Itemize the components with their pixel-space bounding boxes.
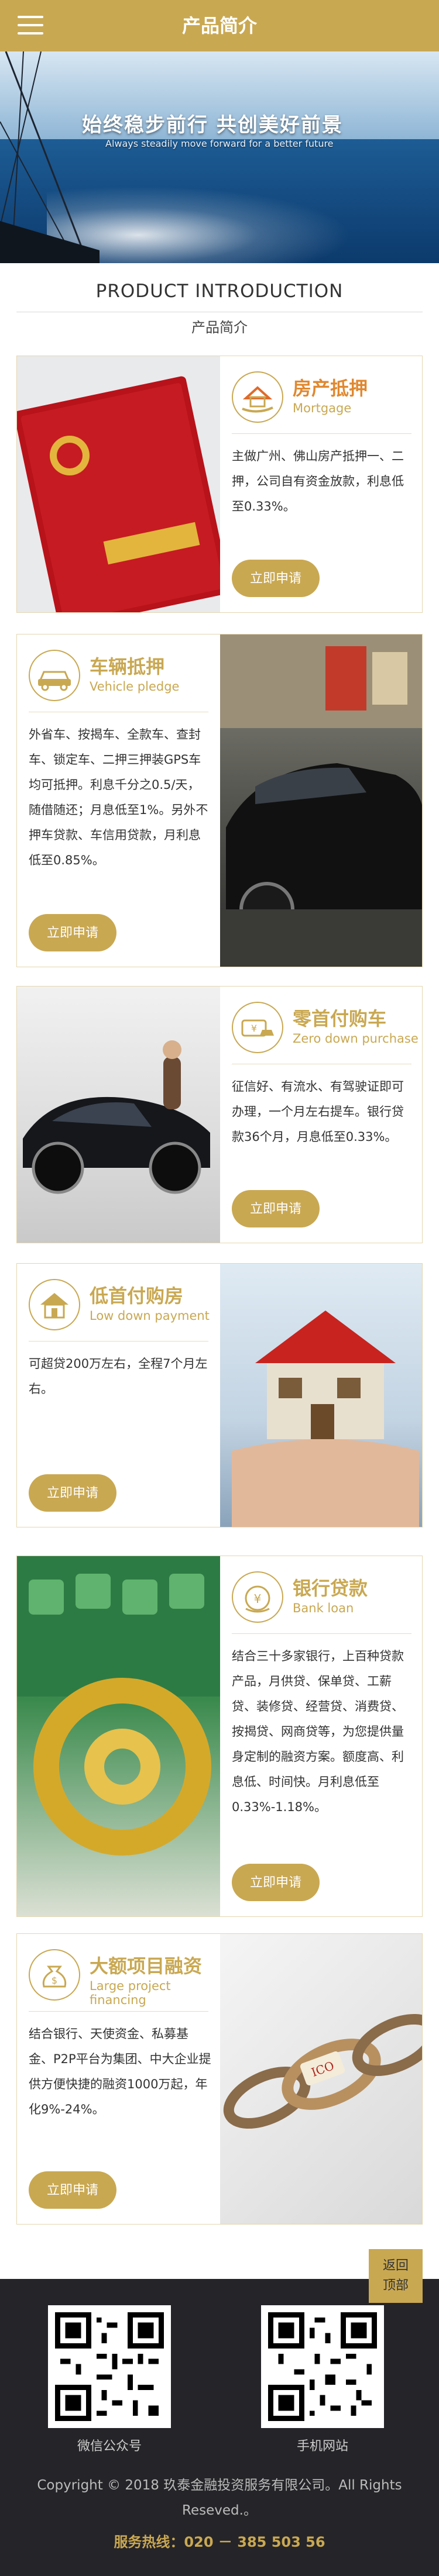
qr-code-mobile-site [261, 2305, 384, 2428]
sports-car-image [17, 987, 220, 1243]
product-subtitle: Vehicle pledge [90, 680, 180, 694]
yen-bag-icon: ¥ [232, 1571, 283, 1623]
apply-button[interactable]: 立即申请 [29, 2171, 116, 2209]
back-to-top-line1: 返回 [382, 2258, 409, 2273]
product-card-bank-loan: ¥ 银行贷款 Bank loan 结合三十多家银行，上百种贷款产品，月供贷、保单… [16, 1556, 423, 1917]
back-to-top-line2: 顶部 [382, 2278, 409, 2293]
ship-rigging-icon [0, 51, 100, 263]
product-title: 车辆抵押 [90, 656, 165, 678]
apply-button[interactable]: 立即申请 [232, 560, 320, 597]
product-description: 可超贷200万左右，全程7个月左右。 [29, 1357, 208, 1396]
section-title-en: PRODUCT INTRODUCTION [95, 281, 344, 302]
banner-title: 始终稳步前行 共创美好前景 [82, 113, 343, 137]
section-title-cn: 产品简介 [191, 319, 248, 336]
gold-at-sign-image [17, 1556, 220, 1916]
property-certificate-image [17, 356, 220, 612]
product-text: ¥ 银行贷款 Bank loan 结合三十多家银行，上百种贷款产品，月供贷、保单… [220, 1556, 422, 1916]
money-bag-icon: $ [29, 1949, 80, 2001]
money-car-icon: ¥ [232, 1002, 283, 1053]
apply-button[interactable]: 立即申请 [29, 914, 116, 951]
apply-button[interactable]: 立即申请 [29, 1474, 116, 1512]
product-description: 外省车、按揭车、全款车、查封车、锁定车、二押三押装GPS车均可抵押。利息千分之0… [29, 727, 208, 867]
product-title: 零首付购车 [293, 1008, 387, 1030]
copyright-text: Copyright © 2018 玖泰金融投资服务有限公司。All Rights… [37, 2478, 402, 2518]
qr-label-wechat: 微信公众号 [77, 2439, 142, 2454]
footer: 微信公众号 手机网站 Copyright © 2018 玖泰金融投资服务有限公司… [0, 2279, 439, 2576]
black-sedan-image [220, 634, 422, 967]
product-description: 结合三十多家银行，上百种贷款产品，月供贷、保单贷、工薪贷、装修贷、经营贷、消费贷… [232, 1649, 404, 1814]
product-card-mortgage: 房产抵押 Mortgage 主做广州、佛山房产抵押一、二押，公司自有资金放款，利… [16, 356, 423, 613]
product-description: 主做广州、佛山房产抵押一、二押，公司自有资金放款，利息低至0.33%。 [232, 449, 404, 513]
product-text: $ 大额项目融资 Large project financing 结合银行、天使… [17, 1934, 220, 2224]
product-subtitle: Large project financing [90, 1979, 171, 2007]
product-title: 房产抵押 [293, 377, 368, 399]
svg-text:¥: ¥ [254, 1592, 262, 1606]
chain-ico-image: ICO [220, 1934, 422, 2224]
product-text: 房产抵押 Mortgage 主做广州、佛山房产抵押一、二押，公司自有资金放款，利… [220, 356, 422, 612]
banner-subtitle: Always steadily move forward for a bette… [105, 138, 334, 149]
product-subtitle: Bank loan [293, 1601, 354, 1615]
service-hotline: 服务热线：020 － 385 503 56 [114, 2534, 325, 2550]
house-icon [29, 1279, 80, 1330]
product-subtitle: Low down payment [90, 1309, 210, 1323]
product-title: 低首付购房 [90, 1285, 184, 1307]
product-card-low-down-house: 低首付购房 Low down payment 可超贷200万左右，全程7个月左右… [16, 1263, 423, 1527]
apply-button[interactable]: 立即申请 [232, 1864, 320, 1901]
top-bar: 产品简介 [0, 0, 439, 51]
product-text: ¥ 零首付购车 Zero down purchase 征信好、有流水、有驾驶证即… [220, 987, 422, 1243]
product-card-zero-down-car: ¥ 零首付购车 Zero down purchase 征信好、有流水、有驾驶证即… [16, 986, 423, 1243]
svg-text:¥: ¥ [251, 1023, 257, 1034]
svg-text:$: $ [52, 1975, 57, 1986]
apply-button[interactable]: 立即申请 [232, 1190, 320, 1227]
product-subtitle: Zero down purchase [293, 1032, 419, 1046]
product-card-project-financing: $ 大额项目融资 Large project financing 结合银行、天使… [16, 1933, 423, 2225]
product-title: 银行贷款 [293, 1577, 368, 1599]
product-text: 车辆抵押 Vehicle pledge 外省车、按揭车、全款车、查封车、锁定车、… [17, 634, 220, 967]
section-header: PRODUCT INTRODUCTION 产品简介 [16, 263, 423, 351]
product-description: 结合银行、天使资金、私募基金、P2P平台为集团、中大企业提供方便快捷的融资100… [29, 2027, 211, 2116]
product-subtitle: Mortgage [293, 401, 352, 415]
product-title: 大额项目融资 [90, 1955, 203, 1977]
product-card-vehicle: 车辆抵押 Vehicle pledge 外省车、按揭车、全款车、查封车、锁定车、… [16, 634, 423, 967]
page-title: 产品简介 [181, 15, 257, 37]
back-to-top-button[interactable]: 返回 顶部 [369, 2249, 423, 2303]
house-hand-icon [232, 371, 283, 423]
car-icon [29, 650, 80, 701]
product-text: 低首付购房 Low down payment 可超贷200万左右，全程7个月左右… [17, 1264, 220, 1527]
model-house-image [220, 1264, 422, 1527]
product-description: 征信好、有流水、有驾驶证即可办理，一个月左右提车。银行贷款36个月，月息低至0.… [232, 1080, 404, 1144]
qr-code-wechat [48, 2305, 171, 2428]
qr-label-mobile-site: 手机网站 [296, 2439, 348, 2454]
banner-image: 始终稳步前行 共创美好前景 Always steadily move forwa… [0, 51, 439, 263]
